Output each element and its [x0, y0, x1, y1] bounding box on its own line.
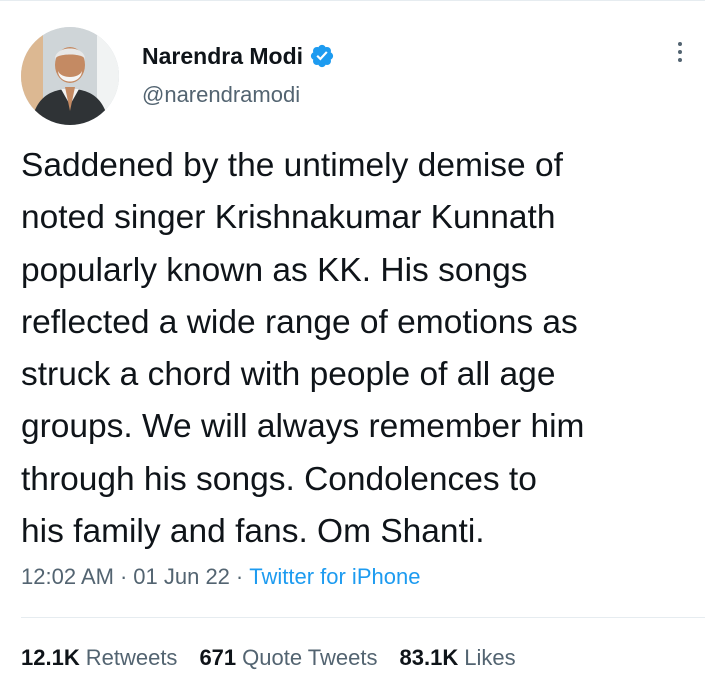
tweet-line: noted singer Krishnakumar Kunnath: [21, 199, 556, 237]
meta-separator: ·: [119, 564, 128, 589]
tweet-date[interactable]: 01 Jun 22: [133, 564, 230, 589]
tweet-line: reflected a wide range of emotions as: [21, 303, 578, 341]
tweet-line: Saddened by the untimely demise of: [21, 147, 563, 184]
likes-count: 83.1K: [399, 645, 459, 670]
author-handle[interactable]: @narendramodi: [142, 82, 300, 108]
retweets-stat[interactable]: 12.1K Retweets: [21, 645, 177, 671]
tweet-card: Narendra Modi @narendramodi Saddened by …: [0, 0, 705, 699]
tweet-line: popularly known as KK. His songs: [21, 251, 528, 289]
tweet-line: his family and fans. Om Shanti.: [21, 513, 485, 551]
top-divider: [0, 0, 705, 1]
retweets-count: 12.1K: [21, 645, 80, 670]
meta-separator: ·: [235, 564, 244, 589]
tweet-time[interactable]: 12:02 AM: [21, 564, 114, 589]
likes-label: Likes: [464, 645, 516, 670]
tweet-text: Saddened by the untimely demise of noted…: [21, 140, 693, 558]
tweet-line: struck a chord with people of all age: [21, 356, 556, 394]
stats-divider: [21, 617, 705, 618]
author-name[interactable]: Narendra Modi: [142, 43, 303, 70]
retweets-label: Retweets: [85, 645, 178, 670]
tweet-line: through his songs. Condolences to: [21, 460, 537, 498]
tweet-source-link[interactable]: Twitter for iPhone: [249, 564, 420, 589]
author-name-row[interactable]: Narendra Modi: [142, 42, 335, 70]
verified-badge-icon: [309, 43, 335, 69]
avatar-image: [21, 27, 119, 125]
quote-tweets-count: 671: [199, 645, 237, 670]
more-vertical-icon[interactable]: [672, 38, 688, 70]
avatar[interactable]: [21, 27, 119, 125]
tweet-meta: 12:02 AM · 01 Jun 22 · Twitter for iPhone: [21, 564, 420, 590]
tweet-stats: 12.1K Retweets 671 Quote Tweets 83.1K Likes: [21, 645, 538, 671]
tweet-line: groups. We will always remember him: [21, 408, 585, 446]
likes-stat[interactable]: 83.1K Likes: [400, 645, 516, 671]
quote-tweets-stat[interactable]: 671 Quote Tweets: [199, 645, 377, 671]
quote-tweets-label: Quote Tweets: [242, 645, 378, 670]
